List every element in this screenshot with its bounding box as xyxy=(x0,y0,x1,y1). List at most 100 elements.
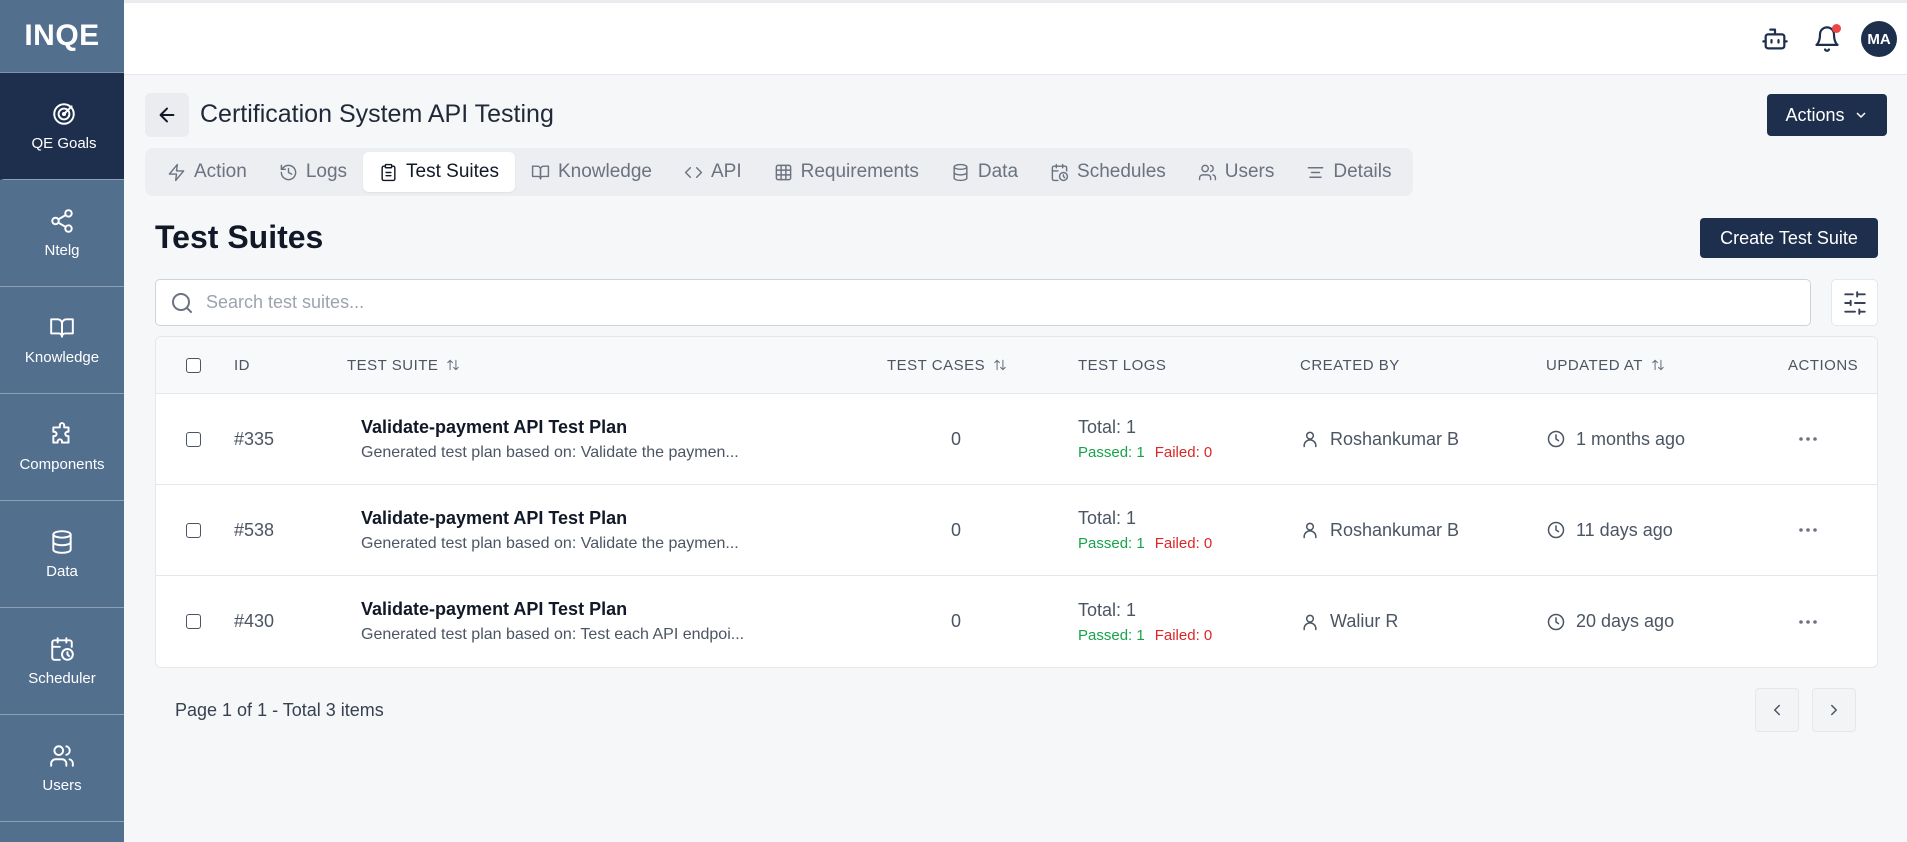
avatar[interactable]: MA xyxy=(1861,21,1897,57)
sidebar-item-users[interactable]: Users xyxy=(0,715,124,822)
suite-description: Generated test plan based on: Validate t… xyxy=(361,534,739,552)
bot-icon xyxy=(1762,28,1788,50)
sidebar-item-components[interactable]: Components xyxy=(0,394,124,501)
tab-requirements[interactable]: Requirements xyxy=(758,152,935,192)
sort-icon xyxy=(994,359,1006,371)
tab-data[interactable]: Data xyxy=(935,152,1034,192)
user-icon xyxy=(1303,614,1317,630)
share-icon xyxy=(51,208,73,233)
sort-icon xyxy=(1652,359,1664,371)
created-by: Roshankumar B xyxy=(1330,519,1460,540)
filter-button[interactable] xyxy=(1831,279,1878,326)
sidebar-item-ntelg[interactable]: Ntelg xyxy=(0,180,124,287)
tab-action[interactable]: Action xyxy=(151,152,263,192)
notifications-button[interactable] xyxy=(1809,21,1845,57)
suite-id: #430 xyxy=(234,611,275,631)
sidebar-item-qe-goals[interactable]: QE Goals xyxy=(0,73,124,180)
sidebar-item-knowledge[interactable]: Knowledge xyxy=(0,287,124,394)
table-header: ID TEST SUITE TEST CASES TEST LOGS CREAT… xyxy=(156,337,1877,394)
column-label: TEST CASES xyxy=(887,356,986,374)
book-open-icon xyxy=(50,317,74,338)
puzzle-icon xyxy=(52,421,70,444)
logs-passed: Passed: 1 xyxy=(1078,626,1145,644)
search-input[interactable] xyxy=(206,292,1706,313)
page-title: Certification System API Testing xyxy=(200,100,554,128)
tab-label: Test Suites xyxy=(406,161,499,182)
logs-failed: Failed: 0 xyxy=(1154,444,1213,461)
back-button[interactable] xyxy=(145,93,189,137)
logs-passed: Passed: 1 xyxy=(1078,444,1145,461)
tab-users[interactable]: Users xyxy=(1182,152,1291,192)
test-suites-table: ID TEST SUITE TEST CASES TEST LOGS CREAT… xyxy=(155,336,1878,668)
table-icon xyxy=(775,164,791,180)
sidebar: INQE QE Goals Ntelg Knowledge Components… xyxy=(0,0,124,842)
more-horizontal-icon[interactable] xyxy=(1796,518,1820,542)
tab-label: Action xyxy=(194,161,247,182)
sidebar-item-label: Ntelg xyxy=(44,241,80,259)
test-cases-count: 0 xyxy=(951,519,962,540)
tab-label: Users xyxy=(1224,161,1275,182)
create-test-suite-button[interactable]: Create Test Suite xyxy=(1700,218,1878,258)
suite-description: Generated test plan based on: Test each … xyxy=(361,626,745,643)
column-updated-at[interactable]: UPDATED AT xyxy=(1546,357,1665,374)
next-page-button[interactable] xyxy=(1812,688,1856,732)
clock-icon xyxy=(1547,430,1565,448)
clipboard-icon xyxy=(381,163,396,181)
column-test-suite[interactable]: TEST SUITE xyxy=(347,357,460,374)
sort-icon xyxy=(447,359,460,371)
database-icon xyxy=(953,163,968,181)
zap-icon xyxy=(168,163,185,181)
brand-logo[interactable]: INQE xyxy=(0,0,124,73)
tab-test-suites[interactable]: Test Suites xyxy=(363,152,515,192)
more-horizontal-icon[interactable] xyxy=(1796,610,1820,634)
row-checkbox[interactable] xyxy=(186,614,201,629)
suite-name-link[interactable]: Validate-payment API Test Plan xyxy=(361,508,627,529)
notification-dot xyxy=(1832,24,1841,33)
tab-knowledge[interactable]: Knowledge xyxy=(515,152,668,192)
table-row[interactable]: #538 Validate-payment API Test Plan Gene… xyxy=(156,485,1877,576)
tab-details[interactable]: Details xyxy=(1290,152,1407,192)
column-label: TEST SUITE xyxy=(347,356,439,374)
tab-bar: Action Logs Test Suites Knowledge API Re… xyxy=(145,148,1414,196)
user-icon xyxy=(1303,522,1317,539)
row-checkbox[interactable] xyxy=(186,522,201,538)
suite-description: Generated test plan based on: Validate t… xyxy=(361,443,739,461)
sidebar-item-label: Users xyxy=(42,776,82,794)
sidebar-item-label: Knowledge xyxy=(24,348,100,366)
calendar-clock-icon xyxy=(51,636,74,661)
bot-button[interactable] xyxy=(1757,21,1793,57)
tab-logs[interactable]: Logs xyxy=(263,152,363,192)
tab-api[interactable]: API xyxy=(668,152,758,192)
actions-label: Actions xyxy=(1785,104,1845,125)
logs-passed: Passed: 1 xyxy=(1078,535,1145,552)
suite-name-link[interactable]: Validate-payment API Test Plan xyxy=(361,417,627,438)
section-title: Test Suites xyxy=(155,219,324,255)
more-horizontal-icon[interactable] xyxy=(1796,427,1820,451)
column-label: UPDATED AT xyxy=(1546,356,1643,374)
column-id: ID xyxy=(234,356,250,374)
row-checkbox[interactable] xyxy=(186,431,201,447)
table-row[interactable]: #430 Validate-payment API Test Plan Gene… xyxy=(156,576,1877,667)
suite-name-link[interactable]: Validate-payment API Test Plan xyxy=(361,599,627,620)
arrow-left-icon xyxy=(159,107,175,123)
search-bar xyxy=(155,279,1811,326)
sidebar-item-label: QE Goals xyxy=(31,134,97,152)
sidebar-item-data[interactable]: Data xyxy=(0,501,124,608)
tab-schedules[interactable]: Schedules xyxy=(1034,152,1182,192)
tab-label: Knowledge xyxy=(557,161,652,182)
created-by: Waliur R xyxy=(1330,611,1399,631)
logs-total: Total: 1 xyxy=(1078,508,1137,528)
book-open-icon xyxy=(531,164,550,180)
clock-icon xyxy=(1547,613,1565,630)
sidebar-item-scheduler[interactable]: Scheduler xyxy=(0,608,124,715)
test-cases-count: 0 xyxy=(951,428,962,449)
clock-icon xyxy=(1547,521,1565,539)
tab-label: API xyxy=(710,161,742,182)
column-test-cases[interactable]: TEST CASES xyxy=(887,357,1007,374)
table-row[interactable]: #335 Validate-payment API Test Plan Gene… xyxy=(156,394,1877,485)
actions-button[interactable]: Actions xyxy=(1767,94,1887,136)
prev-page-button[interactable] xyxy=(1755,688,1799,732)
search-icon xyxy=(172,292,192,313)
logs-failed: Failed: 0 xyxy=(1154,626,1213,644)
select-all-checkbox[interactable] xyxy=(186,357,201,373)
